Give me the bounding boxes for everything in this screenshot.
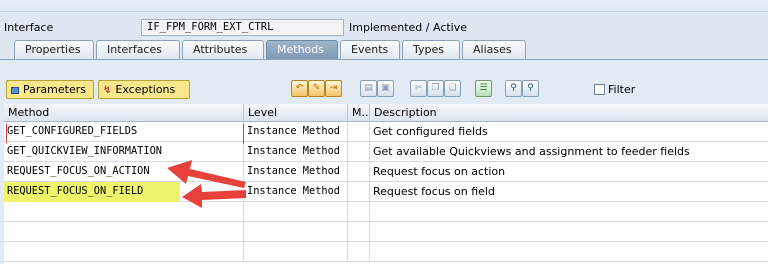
column-header-level[interactable]: Level [244, 104, 348, 122]
parameters-icon [11, 87, 19, 94]
parameters-button[interactable]: Parameters [6, 80, 94, 99]
tab-attributes[interactable]: Attributes [182, 40, 264, 60]
filter-checkbox[interactable] [594, 84, 605, 95]
table-row-empty[interactable] [4, 242, 768, 262]
table-row-highlighted[interactable]: REQUEST_FOCUS_ON_FIELD Instance Method R… [4, 182, 768, 202]
empty-cell[interactable] [4, 222, 244, 242]
empty-cell[interactable] [244, 242, 348, 262]
parameters-label: Parameters [23, 83, 86, 96]
table-header: Method Level M... Description [4, 104, 768, 122]
empty-cell[interactable] [4, 242, 244, 262]
interface-label: Interface [4, 21, 54, 34]
description-cell[interactable]: Request focus on action [370, 162, 768, 182]
table-row[interactable]: REQUEST_FOCUS_ON_ACTION Instance Method … [4, 162, 768, 182]
red-arrow-icon [182, 184, 246, 208]
tab-events[interactable]: Events [340, 40, 400, 60]
modeled-cell[interactable] [348, 142, 370, 162]
detail-icon[interactable]: ☰ [475, 80, 492, 97]
interface-header: Interface IF_FPM_FORM_EXT_CTRL Implement… [0, 16, 768, 38]
paste-icon[interactable]: ❏ [444, 80, 461, 97]
filter-label: Filter [608, 83, 636, 96]
column-header-description[interactable]: Description [370, 104, 768, 122]
find-icon[interactable]: ⚲ [505, 80, 522, 97]
find-next-icon[interactable]: ⚲ [522, 80, 539, 97]
copy-icon[interactable]: ❐ [427, 80, 444, 97]
methods-toolbar: Parameters ↯ Exceptions ↶ ✎ ⇥ ▤ ▣ ✂ ❐ ❏ ☰… [6, 80, 768, 102]
exceptions-label: Exceptions [115, 83, 176, 96]
filter-toggle[interactable]: Filter [594, 83, 635, 96]
column-header-modeled[interactable]: M... [348, 104, 370, 122]
methods-table: Method Level M... Description GET_CONFIG… [4, 104, 768, 264]
interface-status: Implemented / Active [349, 21, 468, 34]
tab-properties[interactable]: Properties [14, 40, 94, 60]
cell-selection-frame [6, 123, 244, 144]
empty-cell[interactable] [348, 222, 370, 242]
edit-icon[interactable]: ✎ [308, 80, 325, 97]
level-cell[interactable]: Instance Method [244, 142, 348, 162]
modeled-cell[interactable] [348, 122, 370, 142]
undo-icon[interactable]: ↶ [291, 80, 308, 97]
column-header-method[interactable]: Method [4, 104, 244, 122]
title-band [0, 0, 768, 12]
modeled-cell[interactable] [348, 182, 370, 202]
insert-icon[interactable]: ⇥ [325, 80, 342, 97]
description-cell[interactable]: Request focus on field [370, 182, 768, 202]
exceptions-button[interactable]: ↯ Exceptions [98, 80, 190, 99]
table-row-empty[interactable] [4, 222, 768, 242]
exceptions-icon: ↯ [103, 85, 112, 96]
tab-methods[interactable]: Methods [266, 40, 338, 60]
table-row[interactable]: GET_QUICKVIEW_INFORMATION Instance Metho… [4, 142, 768, 162]
tab-types[interactable]: Types [402, 40, 460, 60]
empty-cell[interactable] [244, 202, 348, 222]
interface-name-field[interactable]: IF_FPM_FORM_EXT_CTRL [141, 19, 344, 36]
description-cell[interactable]: Get available Quickviews and assignment … [370, 142, 768, 162]
method-cell[interactable]: REQUEST_FOCUS_ON_FIELD [4, 182, 180, 202]
modeled-cell[interactable] [348, 162, 370, 182]
description-cell[interactable]: Get configured fields [370, 122, 768, 142]
append-row-icon[interactable]: ▤ [360, 80, 377, 97]
level-cell[interactable]: Instance Method [244, 162, 348, 182]
empty-cell[interactable] [348, 202, 370, 222]
empty-cell[interactable] [244, 222, 348, 242]
level-cell[interactable]: Instance Method [244, 182, 348, 202]
delete-row-icon[interactable]: ▣ [377, 80, 394, 97]
empty-cell[interactable] [348, 242, 370, 262]
cut-icon[interactable]: ✂ [410, 80, 427, 97]
tab-divider [0, 59, 768, 60]
tab-aliases[interactable]: Aliases [462, 40, 526, 60]
table-row-empty[interactable] [4, 202, 768, 222]
level-cell[interactable]: Instance Method [244, 122, 348, 142]
tab-interfaces[interactable]: Interfaces [96, 40, 180, 60]
